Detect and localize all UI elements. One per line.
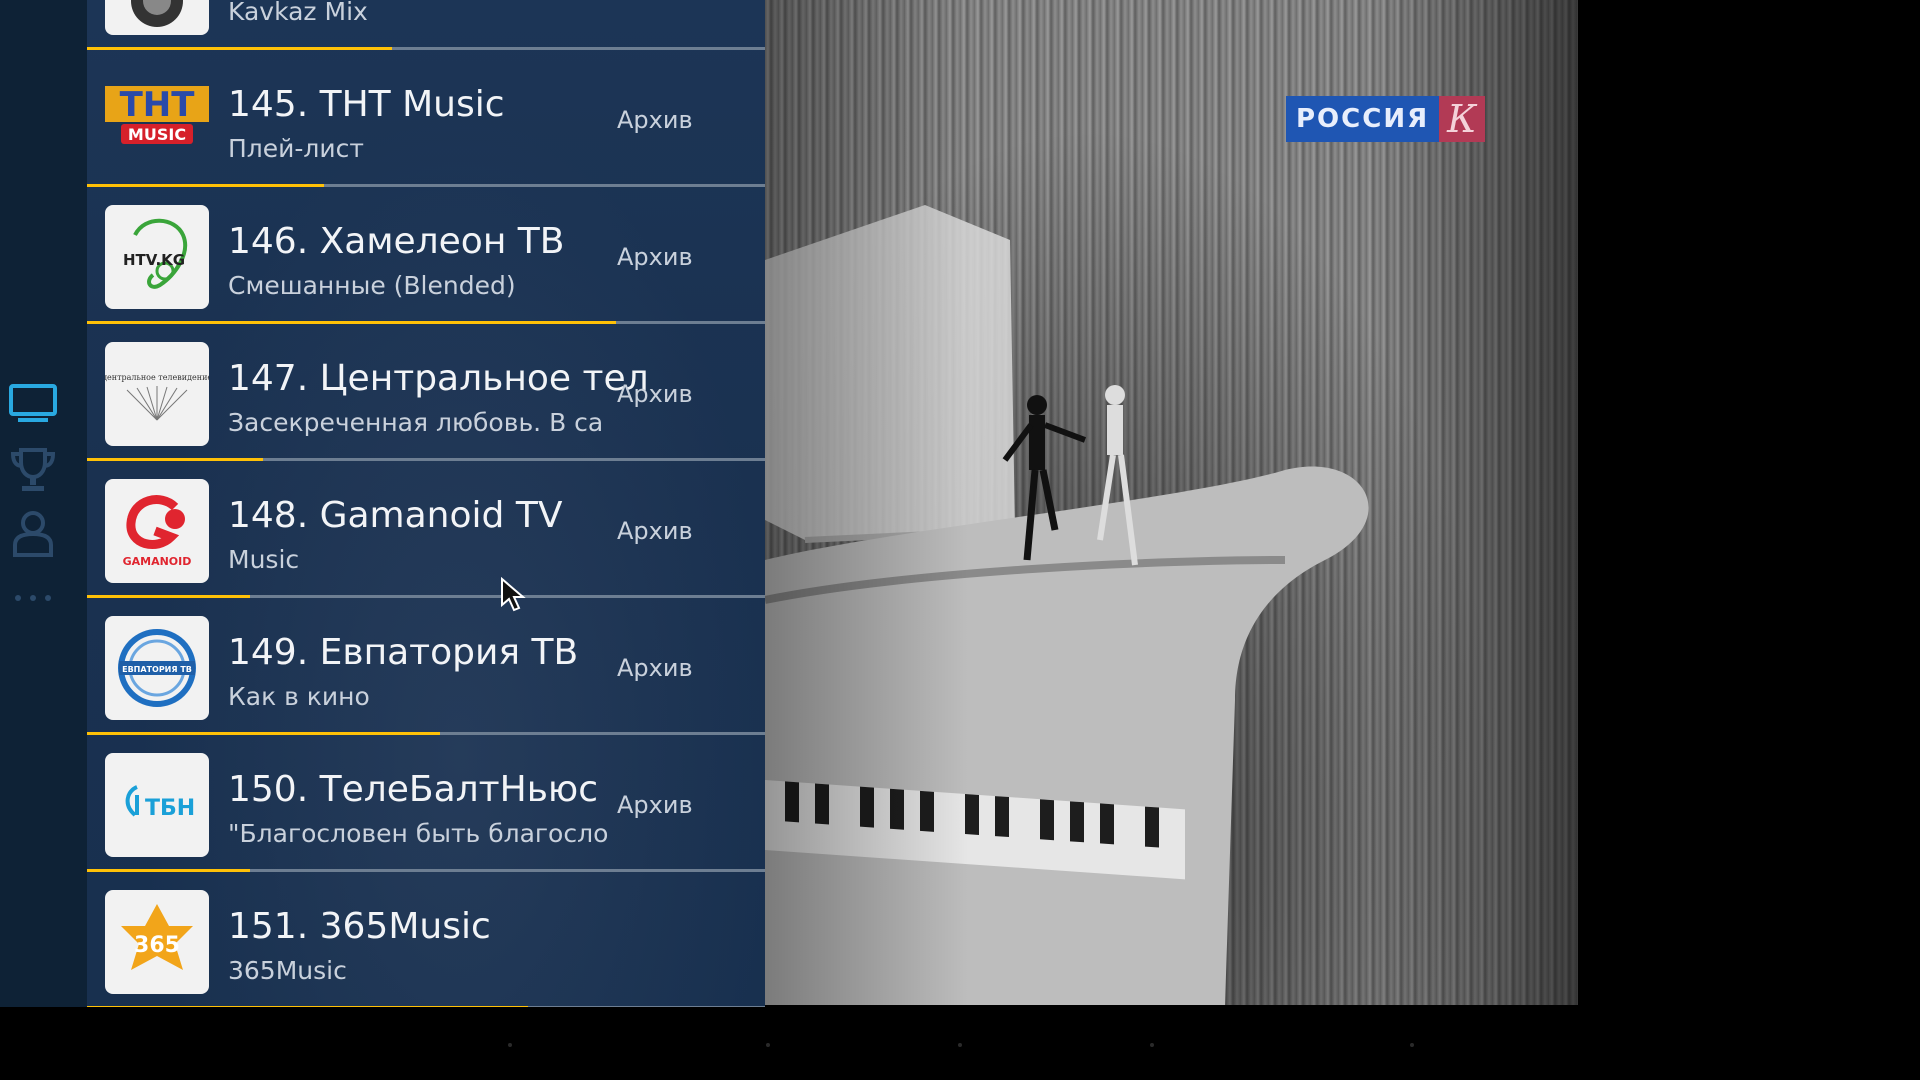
channel-list[interactable]: Kavkaz Mix ТНТ MUSIC 145. ТНТ Music Плей… [87, 0, 765, 1007]
channel-logo-365music: 365 [105, 890, 209, 994]
channel-logo-kavkaz [105, 0, 209, 35]
channel-row[interactable]: ТБН 150. ТелеБалтНьюс "Благословен быть … [87, 735, 765, 872]
central-logo-text: центральное телевидение [105, 373, 209, 382]
channel-row[interactable]: центральное телевидение 147. Центральное… [87, 324, 765, 461]
video-player[interactable]: РОССИЯ К [765, 0, 1578, 1005]
archive-button[interactable]: Архив [617, 106, 693, 134]
channel-row[interactable]: HTV.KG 146. Хамелеон ТВ Смешанные (Blend… [87, 187, 765, 324]
channel-program: Как в кино [228, 682, 370, 711]
channel-logo-hameleon: HTV.KG [105, 205, 209, 309]
watermark-text: РОССИЯ [1286, 96, 1440, 142]
profile-icon[interactable] [0, 509, 66, 559]
channel-row[interactable]: 365 151. 365Music 365Music [87, 872, 765, 1007]
archive-button[interactable]: Архив [617, 654, 693, 682]
nav-dot [1410, 1043, 1414, 1047]
channel-program: Music [228, 545, 300, 574]
gamanoid-logo-text: GAMANOID [123, 555, 192, 568]
channel-program: Смешанные (Blended) [228, 271, 516, 300]
trophy-icon[interactable] [0, 446, 66, 494]
channel-row[interactable]: GAMANOID 148. Gamanoid TV Music Архив [87, 461, 765, 598]
tnt-logo-text: ТНТ [120, 85, 196, 125]
tbn-logo-text: ТБН [145, 796, 195, 821]
channel-title: 151. 365Music [228, 906, 491, 947]
archive-button[interactable]: Архив [617, 791, 693, 819]
hameleon-logo-text: HTV.KG [123, 251, 185, 269]
archive-button[interactable]: Архив [617, 243, 693, 271]
channel-title: Kavkaz Mix [228, 0, 368, 26]
tv-icon[interactable] [0, 383, 66, 425]
channel-program: Засекреченная любовь. В са [228, 408, 604, 437]
mouse-cursor-icon [501, 577, 526, 612]
channel-row[interactable]: ТНТ MUSIC 145. ТНТ Music Плей-лист Архив [87, 50, 765, 187]
channel-logo-central-tv: центральное телевидение [105, 342, 209, 446]
channel-program: "Благословен быть благосло [228, 819, 609, 848]
nav-dot [958, 1043, 962, 1047]
archive-button[interactable]: Архив [617, 517, 693, 545]
channel-row[interactable]: ЕВПАТОРИЯ ТВ 149. Евпатория ТВ Как в кин… [87, 598, 765, 735]
channel-watermark: РОССИЯ К [1286, 96, 1485, 142]
nav-dot [1150, 1043, 1154, 1047]
watermark-letter: К [1439, 96, 1485, 142]
channel-program: 365Music [228, 956, 347, 985]
tnt-logo-subtext: MUSIC [128, 125, 186, 144]
channel-logo-tbn: ТБН [105, 753, 209, 857]
nav-dot [766, 1043, 770, 1047]
channel-logo-evpatoria: ЕВПАТОРИЯ ТВ [105, 616, 209, 720]
channel-logo-tnt-music: ТНТ MUSIC [105, 68, 209, 172]
nav-dot [508, 1043, 512, 1047]
channel-logo-gamanoid: GAMANOID [105, 479, 209, 583]
more-icon[interactable] [0, 592, 66, 604]
video-frame [765, 205, 1369, 1005]
nav-rail [0, 0, 87, 1007]
archive-button[interactable]: Архив [617, 380, 693, 408]
evpatoria-logo-text: ЕВПАТОРИЯ ТВ [122, 665, 192, 674]
channel-row[interactable]: Kavkaz Mix [87, 0, 765, 50]
channel-program: Плей-лист [228, 134, 364, 163]
music365-logo-text: 365 [134, 933, 180, 958]
